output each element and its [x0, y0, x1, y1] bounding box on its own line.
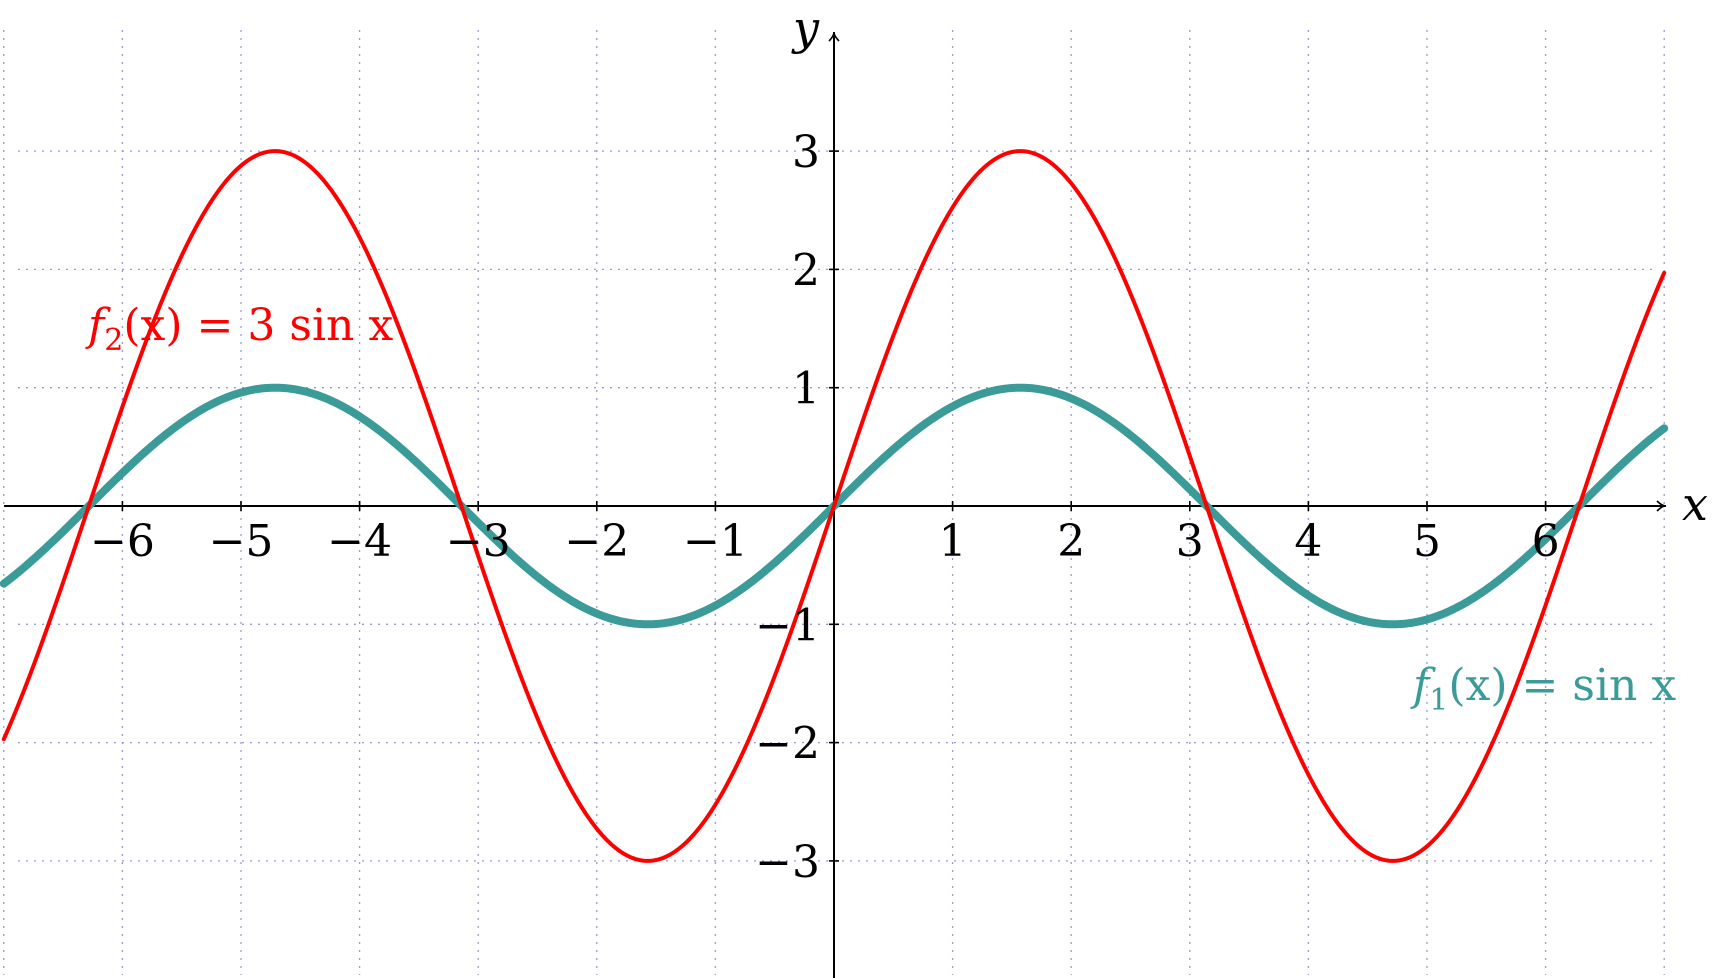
- x-tick-label: −4: [327, 516, 392, 567]
- x-tick-label: −2: [564, 516, 629, 567]
- f2-label: f2(x) = 3 sin x: [85, 300, 393, 358]
- y-tick-label: 1: [792, 364, 820, 415]
- f1-label: f1(x) = sin x: [1410, 660, 1676, 718]
- y-tick-label: −3: [755, 837, 820, 888]
- x-tick-label: 4: [1294, 516, 1322, 567]
- x-tick-label: 5: [1413, 516, 1441, 567]
- x-tick-label: −6: [90, 516, 155, 567]
- y-tick-label: 2: [792, 245, 820, 296]
- x-tick-label: 1: [939, 516, 967, 567]
- y-tick-label: −1: [755, 600, 820, 651]
- x-tick-label: −1: [683, 516, 748, 567]
- sine-chart: x y −6 −5 −4 −3 −2 −1 1 2 3 4 5 6 −3 −2 −1 1 2 3 f1(x) = sin…: [0, 1, 1708, 978]
- y-tick-label: −2: [755, 719, 820, 770]
- x-tick-label: −3: [446, 516, 511, 567]
- x-tick-label: 3: [1176, 516, 1204, 567]
- x-axis-label: x: [1682, 477, 1708, 531]
- y-axis-label: y: [791, 1, 820, 55]
- x-tick-label: 2: [1057, 516, 1085, 567]
- x-tick-label: −5: [209, 516, 274, 567]
- x-tick-label: 6: [1532, 516, 1560, 567]
- y-tick-label: 3: [792, 127, 820, 178]
